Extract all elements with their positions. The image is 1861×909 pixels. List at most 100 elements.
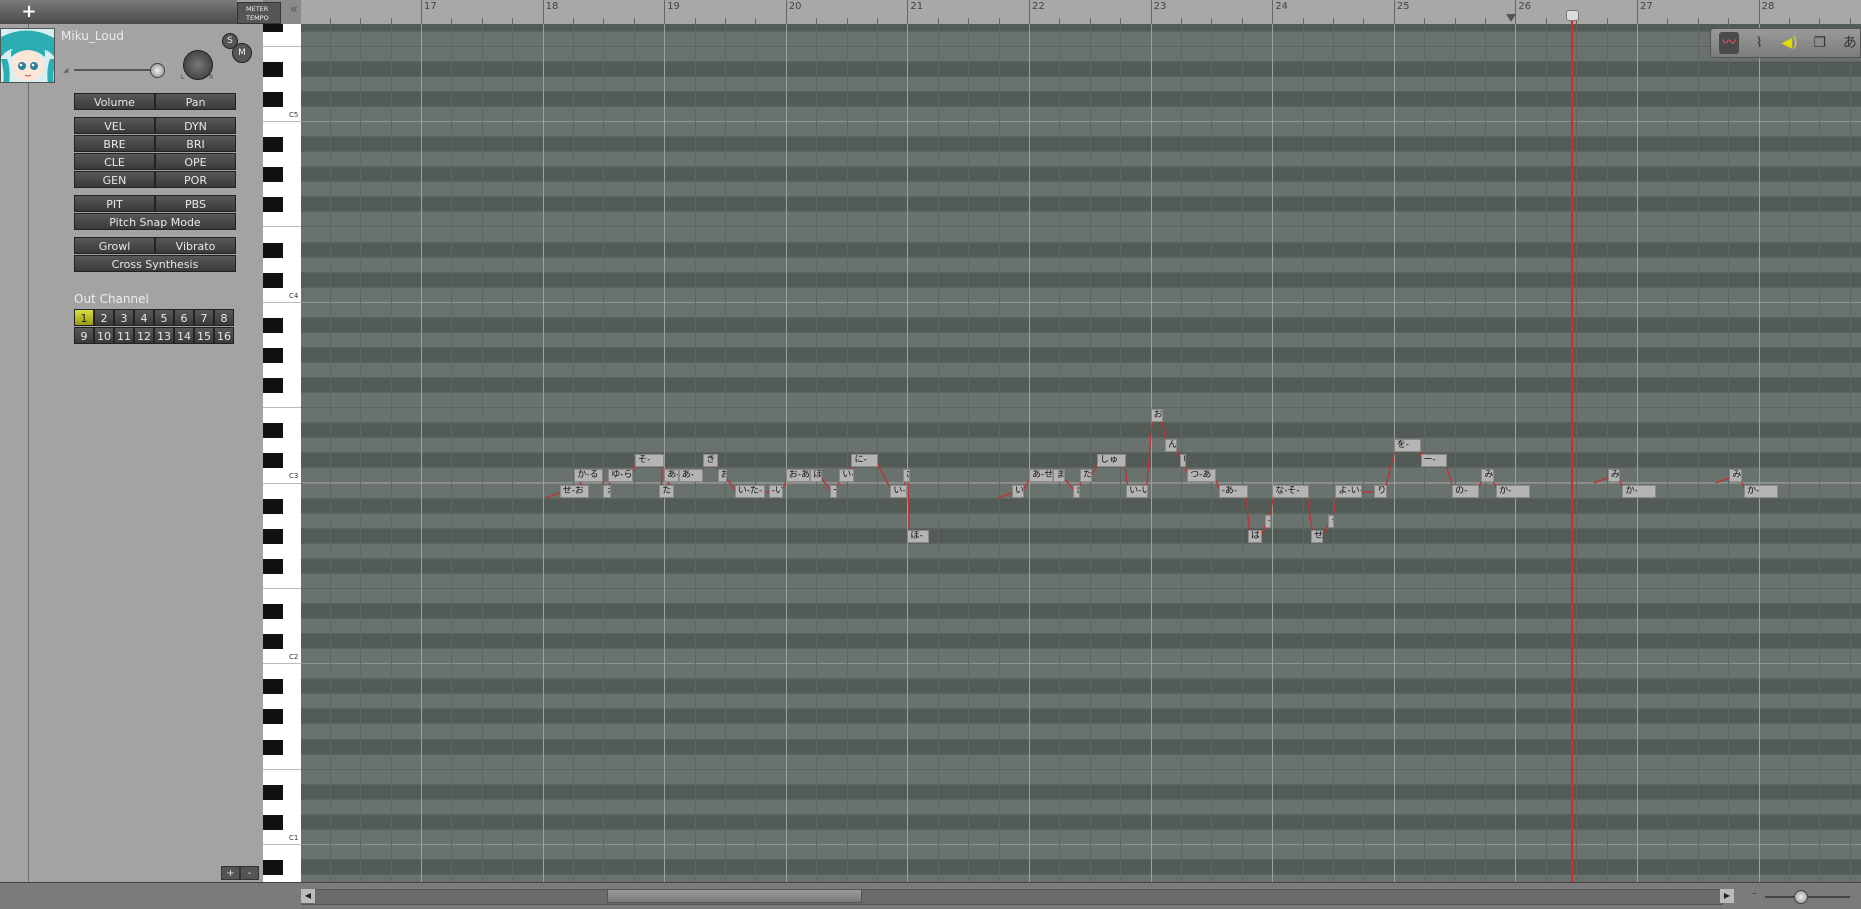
out-channel-6[interactable]: 6 [174,309,194,326]
note[interactable]: -い [768,484,784,498]
cle-param-button[interactable]: CLE [74,153,155,170]
note[interactable]: い-た- [734,484,766,498]
add-track-button[interactable]: + [221,866,240,880]
note[interactable]: せ-お [559,484,589,498]
scroll-track[interactable] [301,889,1723,905]
note[interactable]: ー- [1420,454,1448,468]
note[interactable]: あ- [678,469,704,483]
playhead-handle[interactable] [1566,10,1580,21]
volume-slider-knob[interactable] [150,63,165,78]
loop-end-marker[interactable] [1506,14,1516,22]
note[interactable]: か-る [574,469,604,483]
note[interactable]: - [1264,514,1271,528]
note[interactable]: い- [1011,484,1025,498]
out-channel-9[interactable]: 9 [74,327,94,344]
note[interactable]: い-い [1126,484,1149,498]
add-track-header-button[interactable]: + [0,0,59,24]
vibrato-button[interactable]: Vibrato [155,237,236,254]
out-channel-15[interactable]: 15 [194,327,214,344]
cross-synthesis-button[interactable]: Cross Synthesis [74,255,236,272]
black-key[interactable] [263,317,283,333]
black-key[interactable] [263,423,283,439]
note[interactable]: に- [851,454,879,468]
out-channel-11[interactable]: 11 [114,327,134,344]
note[interactable]: み [1729,469,1742,483]
ope-param-button[interactable]: OPE [155,153,236,170]
pitch-curve-tool-icon[interactable]: 〰 [1719,32,1740,54]
out-channel-3[interactable]: 3 [114,309,134,326]
out-channel-8[interactable]: 8 [214,309,234,326]
out-channel-10[interactable]: 10 [94,327,114,344]
black-key[interactable] [263,498,283,514]
note[interactable]: か- [1744,484,1779,498]
note[interactable]: き [703,454,718,468]
black-key[interactable] [263,378,283,394]
note[interactable]: お [1150,409,1163,423]
note[interactable]: み [1607,469,1620,483]
note[interactable]: お [717,469,728,483]
black-key[interactable] [263,242,283,258]
note[interactable]: り [1374,484,1387,498]
scroll-right-arrow-icon[interactable]: ▶ [1720,889,1734,903]
note[interactable]: ま [1053,469,1066,483]
note[interactable]: あ- [664,469,679,483]
black-key[interactable] [263,603,283,619]
black-key[interactable] [263,137,283,153]
bri-param-button[interactable]: BRI [155,135,236,152]
note[interactable]: ん [1165,439,1178,453]
black-key[interactable] [263,634,283,650]
note[interactable]: は [1247,529,1263,543]
mute-button[interactable]: M [232,43,252,63]
black-key[interactable] [263,709,283,725]
volume-slider-track[interactable] [74,69,162,71]
note[interactable]: い- [890,484,908,498]
black-key[interactable] [263,558,283,574]
note[interactable]: せ [1311,529,1324,543]
black-key[interactable] [263,24,283,32]
playhead[interactable] [1571,12,1574,882]
copy-icon[interactable]: ❐ [1810,32,1830,54]
pitch-snap-mode-button[interactable]: Pitch Snap Mode [74,213,236,230]
out-channel-5[interactable]: 5 [154,309,174,326]
note[interactable]: い [1179,454,1186,468]
note[interactable]: た [1080,469,1093,483]
growl-button[interactable]: Growl [74,237,155,254]
note[interactable]: き [1072,484,1081,498]
scroll-thumb[interactable] [607,889,862,903]
pit-param-button[interactable]: PIT [74,195,155,212]
zoom-slider-knob[interactable] [1794,890,1808,904]
pan-param-button[interactable]: Pan [155,93,236,110]
black-key[interactable] [263,860,283,875]
note[interactable]: ほ [810,469,823,483]
black-key[interactable] [263,347,283,363]
gen-param-button[interactable]: GEN [74,171,155,188]
note[interactable]: を- [1393,439,1421,453]
note[interactable]: え [603,484,611,498]
black-key[interactable] [263,61,283,77]
black-key[interactable] [263,167,283,183]
por-param-button[interactable]: POR [155,171,236,188]
note[interactable]: ゆ-ら [608,469,633,483]
black-key[interactable] [263,528,283,544]
remove-track-button[interactable]: - [240,866,259,880]
note[interactable]: よ-い-お [1335,484,1363,498]
note[interactable]: -あ- [1218,484,1248,498]
measure-ruler[interactable]: 17 18 19 20 21 22 23 24 25 26 27 28 [301,0,1861,25]
note[interactable]: お-あ- [785,469,811,483]
meter-tempo-button[interactable]: METER TEMPO [237,2,281,24]
note[interactable]: い- [839,469,854,483]
collapse-panel-button[interactable]: « [290,2,298,17]
note[interactable]: ー [1328,514,1335,528]
out-channel-7[interactable]: 7 [194,309,214,326]
piano-roll-grid[interactable]: せ-おか-るえゆ-らそ-たあ-あ-きおい-た--いお-あ-ほーい-に-い-さほ-… [301,24,1861,882]
note[interactable]: そ- [635,454,665,468]
speaker-icon[interactable]: ◀) [1779,32,1799,54]
singer-avatar[interactable] [0,28,55,83]
zoom-out-icon[interactable]: – [1752,888,1757,899]
pitch-snap-tool-icon[interactable]: ⌇ [1749,32,1769,54]
note[interactable]: か- [1622,484,1657,498]
black-key[interactable] [263,679,283,695]
black-key[interactable] [263,453,283,469]
out-channel-13[interactable]: 13 [154,327,174,344]
note[interactable]: ほ- [907,529,930,543]
